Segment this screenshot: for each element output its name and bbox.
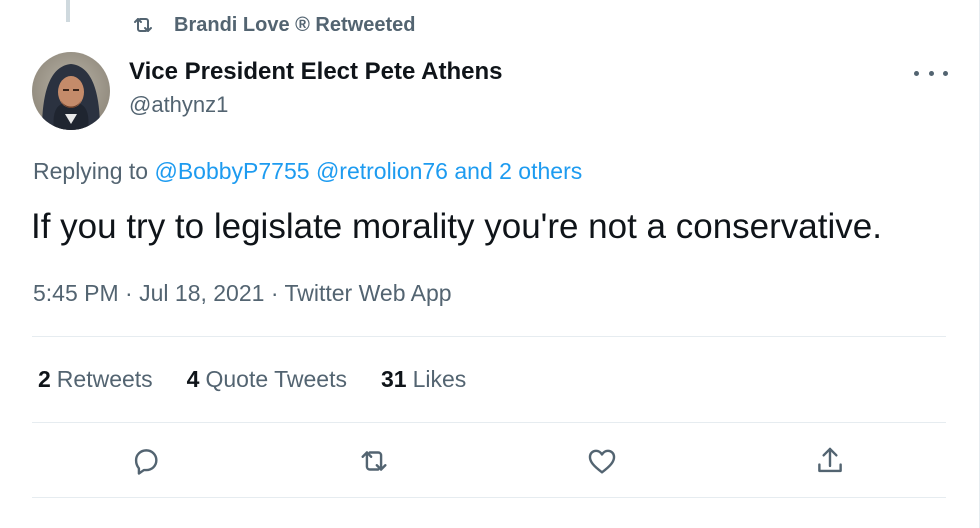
quotes-label: Quote Tweets: [205, 366, 347, 392]
retweet-icon: [134, 18, 152, 32]
tweet-date[interactable]: Jul 18, 2021: [139, 280, 264, 306]
share-icon: [818, 447, 842, 473]
tweet-metadata: 5:45 PM · Jul 18, 2021 · Twitter Web App: [33, 280, 452, 307]
retweet-button[interactable]: [357, 444, 391, 478]
replying-to-label: Replying to: [33, 158, 149, 184]
divider: [32, 497, 946, 498]
separator-dot: ·: [270, 280, 279, 306]
retweets-stat[interactable]: 2 Retweets: [38, 366, 153, 393]
quote-tweets-stat[interactable]: 4 Quote Tweets: [187, 366, 347, 393]
retweeted-by-text: Brandi Love ® Retweeted: [174, 13, 416, 36]
reply-button[interactable]: [129, 444, 163, 478]
avatar-image: [32, 52, 110, 130]
engagement-stats: 2 Retweets 4 Quote Tweets 31 Likes: [38, 366, 500, 393]
retweets-label: Retweets: [56, 366, 153, 392]
avatar[interactable]: [32, 52, 110, 130]
retweets-count: 2: [38, 366, 51, 392]
divider: [32, 336, 946, 337]
more-dots-icon: [928, 70, 934, 76]
mention-link[interactable]: @BobbyP7755: [154, 158, 309, 184]
likes-count: 31: [380, 366, 407, 392]
others-link[interactable]: and 2 others: [454, 158, 582, 184]
more-options-button[interactable]: [914, 60, 948, 86]
reply-icon: [134, 449, 158, 475]
author-handle[interactable]: @athynz1: [129, 92, 228, 118]
tweet-time[interactable]: 5:45 PM: [33, 280, 119, 306]
mention-link[interactable]: @retrolion76: [316, 158, 448, 184]
retweet-icon: [361, 451, 387, 471]
quotes-count: 4: [186, 366, 200, 392]
thread-line: [66, 0, 70, 22]
like-heart-icon: [588, 449, 616, 474]
action-bar: [32, 430, 946, 492]
more-dots-icon: [943, 70, 948, 76]
share-button[interactable]: [813, 444, 847, 478]
tweet-text: If you try to legislate morality you're …: [31, 207, 882, 246]
replying-to-line: Replying to @BobbyP7755 @retrolion76 and…: [33, 158, 582, 185]
tweet-source[interactable]: Twitter Web App: [284, 280, 451, 306]
like-button[interactable]: [585, 444, 619, 478]
likes-stat[interactable]: 31 Likes: [381, 366, 466, 393]
retweeted-by-header[interactable]: Brandi Love ® Retweeted: [131, 10, 415, 40]
divider: [32, 422, 946, 423]
separator-dot: ·: [125, 280, 133, 306]
likes-label: Likes: [412, 366, 467, 392]
author-name[interactable]: Vice President Elect Pete Athens: [129, 58, 503, 86]
more-dots-icon: [914, 70, 919, 76]
